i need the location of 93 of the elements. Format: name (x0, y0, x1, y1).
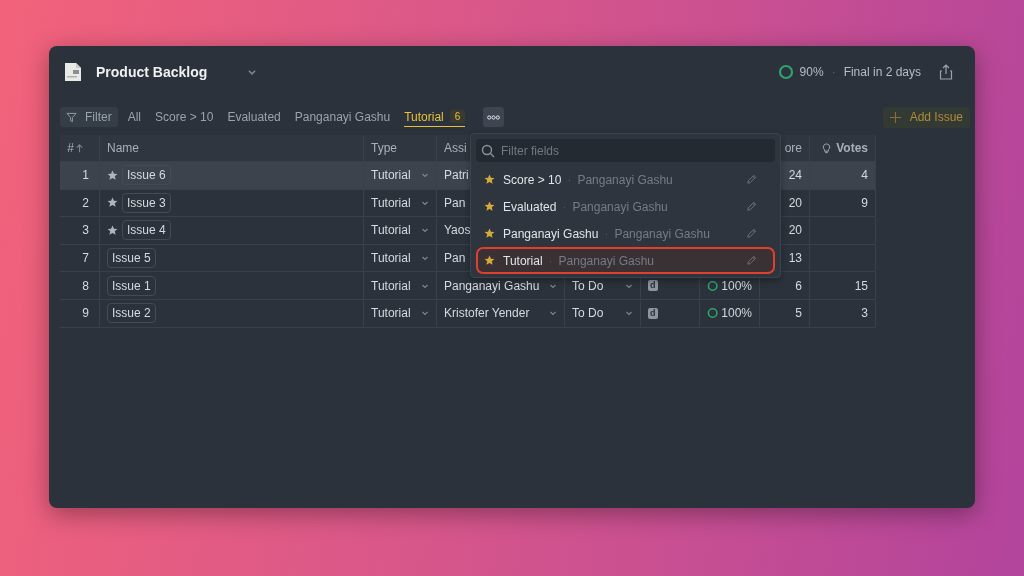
document-icon (64, 62, 82, 82)
table-row[interactable]: 9 Issue 2 Tutorial Kristofer Yender To Do d 100% 5 3 (60, 299, 876, 328)
view-tab[interactable]: All (127, 107, 141, 127)
dropdown-caret-icon[interactable] (549, 309, 557, 318)
separator-dot: · (548, 253, 553, 268)
pencil-icon[interactable] (746, 174, 757, 185)
search-field[interactable]: Filter fields (476, 139, 775, 162)
pencil-icon[interactable] (746, 201, 757, 212)
separator-dot: · (831, 65, 836, 79)
plus-icon (889, 111, 901, 123)
issue-name-chip[interactable]: Issue 6 (122, 165, 171, 186)
row-number: 3 (60, 217, 100, 245)
deadline-text: Final in 2 days (843, 65, 921, 79)
view-tab[interactable]: Evaluated (227, 107, 281, 127)
column-header[interactable]: Name (100, 135, 364, 162)
view-name: Tutorial (503, 253, 543, 268)
view-name: Panganayi Gashu (503, 226, 599, 241)
type-value: Tutorial (371, 306, 411, 321)
type-value: Tutorial (371, 168, 411, 183)
row-number: 2 (60, 189, 100, 218)
issue-name-chip[interactable]: Issue 2 (107, 303, 156, 324)
view-tab[interactable]: Panganayi Gashu (294, 107, 391, 127)
star-icon (484, 174, 495, 185)
assignee-value: Pan (444, 251, 466, 266)
view-owner: Panganayi Gashu (572, 199, 668, 214)
votes-cell: 4 (810, 162, 876, 190)
votes-cell: 3 (810, 299, 876, 328)
dropdown-caret-icon[interactable] (421, 171, 429, 180)
row-number: 7 (60, 244, 100, 273)
separator-dot: · (567, 172, 572, 187)
pencil-icon[interactable] (746, 255, 757, 266)
type-value: Tutorial (371, 223, 411, 238)
caret-icon[interactable] (247, 67, 258, 77)
status-value: To Do (572, 306, 604, 321)
progress-ring-icon (707, 278, 719, 293)
star-icon (484, 228, 495, 239)
view-name: Score > 10 (503, 172, 562, 187)
more-button[interactable] (483, 107, 505, 127)
assignee-value: Panganayi Gashu (444, 278, 540, 293)
assignee-value: Patri (444, 168, 469, 183)
score-cell: 5 (760, 299, 810, 328)
view-name: Evaluated (503, 199, 557, 214)
view-owner: Panganayi Gashu (558, 253, 654, 268)
status-value: To Do (572, 278, 604, 293)
filter-button[interactable]: Filter (60, 107, 118, 127)
dropdown-caret-icon[interactable] (421, 254, 429, 263)
row-number: 9 (60, 299, 100, 328)
votes-cell: 9 (810, 189, 876, 218)
issue-name-chip[interactable]: Issue 3 (122, 192, 171, 213)
issue-name-chip[interactable]: Issue 1 (107, 275, 156, 296)
progress-ring-icon (707, 306, 719, 321)
separator-dot: · (562, 199, 567, 214)
search-icon (481, 144, 495, 158)
dropdown-caret-icon[interactable] (421, 226, 429, 235)
type-value: Tutorial (371, 251, 411, 266)
letter-badge: d (648, 280, 658, 292)
bulb-icon (821, 142, 833, 154)
pencil-icon[interactable] (746, 228, 757, 239)
progress-ring-icon (777, 64, 794, 80)
view-tab[interactable]: Tutorial 6 (404, 107, 466, 127)
view-menu-item[interactable]: Tutorial · Panganayi Gashu (476, 247, 775, 274)
dropdown-caret-icon[interactable] (421, 309, 429, 318)
add-issue-button[interactable]: Add Issue (882, 106, 970, 128)
window-title: Product Backlog (96, 64, 208, 80)
assignee-value: Kristofer Yender (444, 306, 530, 321)
sort-arrow-icon[interactable] (74, 142, 85, 154)
filter-icon (66, 111, 77, 123)
assignee-value: Pan (444, 195, 466, 210)
type-value: Tutorial (371, 278, 411, 293)
column-header[interactable]: Type (364, 135, 437, 162)
view-owner: Panganayi Gashu (614, 226, 710, 241)
votes-cell: 15 (810, 272, 876, 300)
assignee-value: Yaos (444, 223, 471, 238)
column-header[interactable]: # (60, 135, 100, 162)
share-icon[interactable] (939, 64, 953, 80)
dots-icon (487, 114, 501, 120)
count-badge: 6 (449, 110, 466, 123)
view-owner: Panganayi Gashu (577, 172, 673, 187)
progress-value: 100% (721, 278, 752, 293)
row-number: 8 (60, 272, 100, 300)
progress-percent: 90% (799, 65, 824, 79)
dropdown-caret-icon[interactable] (625, 309, 633, 318)
row-number: 1 (60, 162, 100, 190)
issue-name-chip[interactable]: Issue 4 (122, 220, 171, 241)
star-icon (484, 255, 495, 266)
separator-dot: · (604, 226, 609, 241)
letter-badge: d (648, 307, 658, 319)
issue-name-chip[interactable]: Issue 5 (107, 248, 156, 269)
view-tab[interactable]: Score > 10 (155, 107, 214, 127)
column-header[interactable]: Votes (810, 135, 876, 162)
star-icon (484, 201, 495, 212)
type-value: Tutorial (371, 195, 411, 210)
progress-value: 100% (721, 306, 752, 321)
